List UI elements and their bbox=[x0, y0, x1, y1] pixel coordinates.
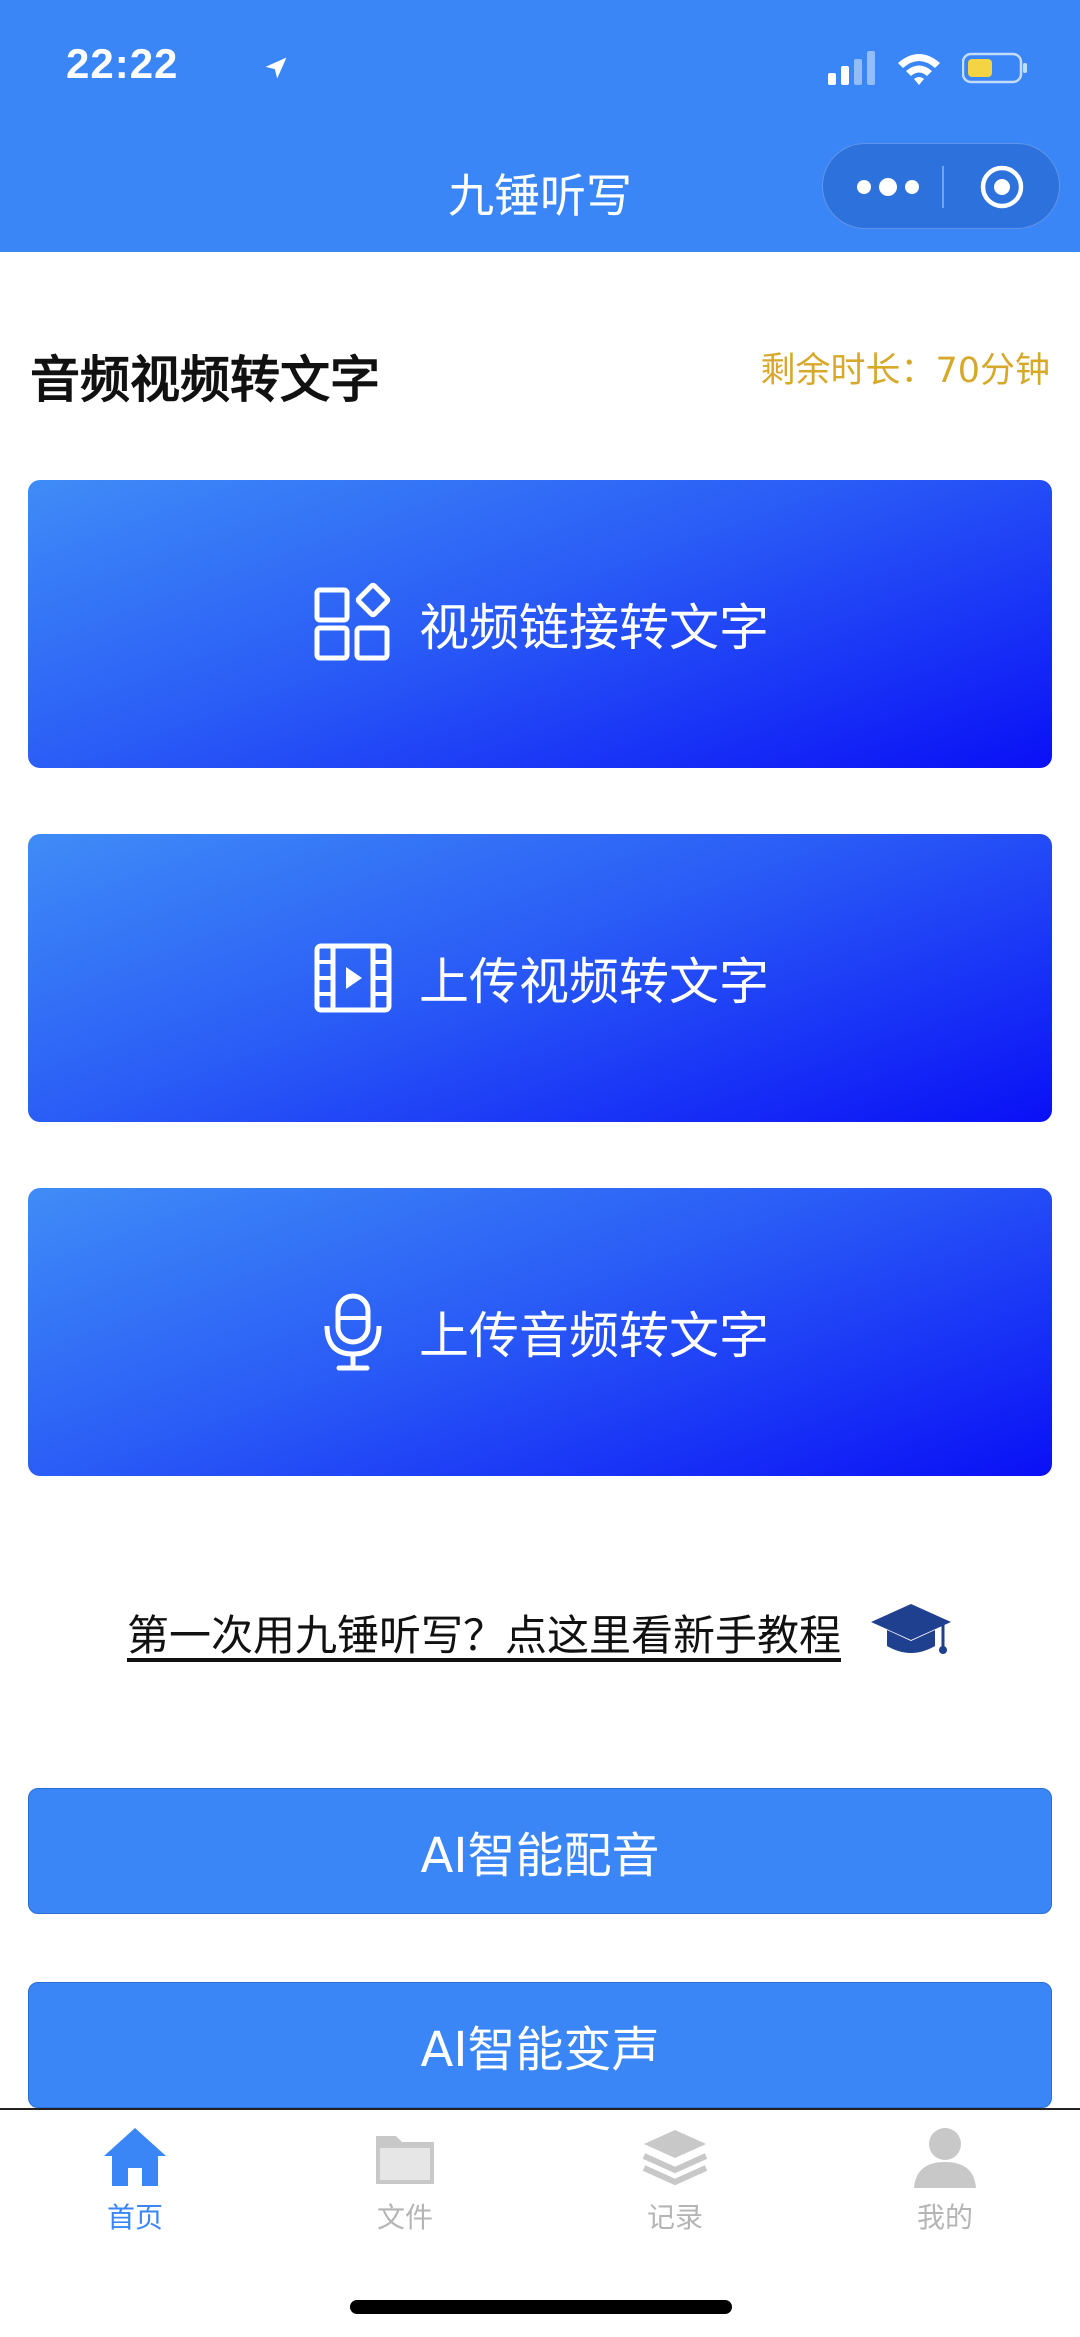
tab-files[interactable]: 文件 bbox=[270, 2122, 540, 2242]
top-header: 22:22 九锤听写 bbox=[0, 0, 1080, 252]
ai-voice-changer-button[interactable]: AI智能变声 bbox=[28, 1982, 1052, 2108]
close-miniprogram-icon[interactable] bbox=[979, 164, 1025, 210]
folder-icon bbox=[376, 2136, 434, 2184]
tab-home-label: 首页 bbox=[106, 2201, 163, 2234]
ai-dubbing-button[interactable]: AI智能配音 bbox=[28, 1788, 1052, 1914]
film-play-icon bbox=[314, 943, 392, 1013]
status-time: 22:22 bbox=[66, 40, 287, 88]
upload-audio-to-text-button[interactable]: 上传音频转文字 bbox=[28, 1188, 1052, 1476]
video-link-to-text-label: 视频链接转文字 bbox=[419, 599, 769, 657]
tab-home[interactable]: 首页 bbox=[0, 2122, 270, 2242]
tab-records-label: 记录 bbox=[646, 2201, 703, 2234]
cellular-signal-icon bbox=[828, 51, 875, 85]
wifi-icon bbox=[898, 54, 940, 85]
home-indicator[interactable] bbox=[350, 2300, 732, 2314]
location-arrow-icon bbox=[265, 57, 287, 79]
layers-icon bbox=[642, 2130, 708, 2186]
tab-profile[interactable]: 我的 bbox=[810, 2122, 1080, 2242]
section-title: 音频视频转文字 bbox=[30, 351, 380, 409]
status-time-text: 22:22 bbox=[66, 40, 179, 87]
upload-video-to-text-button[interactable]: 上传视频转文字 bbox=[28, 834, 1052, 1122]
screen: 22:22 九锤听写 音频视频转文字 剩余时长：70分钟 视频链接转文字 上传视… bbox=[0, 0, 1080, 2337]
upload-video-to-text-label: 上传视频转文字 bbox=[419, 953, 769, 1011]
status-icons bbox=[828, 48, 1028, 88]
tab-files-label: 文件 bbox=[376, 2201, 433, 2234]
more-options-icon[interactable] bbox=[855, 172, 921, 202]
user-icon bbox=[914, 2128, 976, 2188]
capsule-divider bbox=[942, 166, 944, 208]
tab-records[interactable]: 记录 bbox=[540, 2122, 810, 2242]
upload-audio-to-text-label: 上传音频转文字 bbox=[419, 1307, 769, 1365]
video-link-to-text-button[interactable]: 视频链接转文字 bbox=[28, 480, 1052, 768]
miniprogram-capsule bbox=[822, 143, 1060, 229]
tutorial-row: 第一次用九锤听写？点这里看新手教程 bbox=[0, 1600, 1080, 1664]
tab-profile-label: 我的 bbox=[916, 2201, 973, 2234]
tutorial-link[interactable]: 第一次用九锤听写？点这里看新手教程 bbox=[127, 1602, 841, 1663]
microphone-icon bbox=[324, 1293, 382, 1371]
apps-grid-icon bbox=[314, 582, 391, 661]
home-icon bbox=[104, 2128, 166, 2186]
battery-icon bbox=[962, 52, 1027, 84]
graduation-cap-icon bbox=[871, 1604, 951, 1654]
remaining-time: 剩余时长：70分钟 bbox=[760, 351, 1050, 391]
